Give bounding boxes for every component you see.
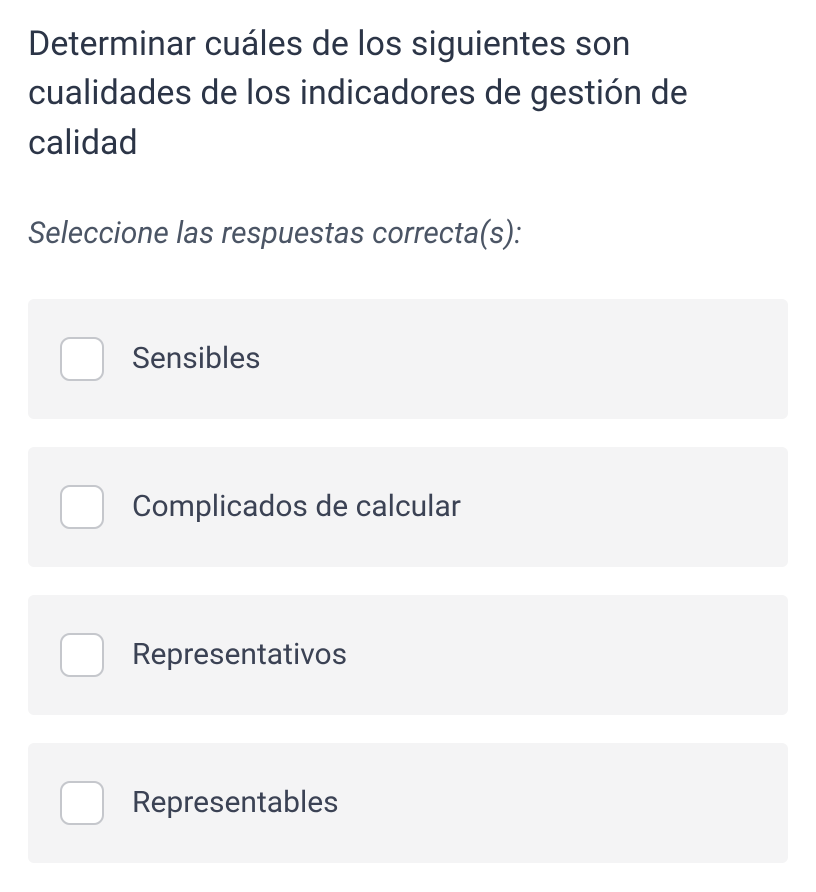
option-item[interactable]: Representables <box>28 743 788 863</box>
option-label: Representables <box>132 785 339 820</box>
option-label: Complicados de calcular <box>132 489 461 524</box>
options-list: Sensibles Complicados de calcular Repres… <box>28 299 788 863</box>
option-item[interactable]: Sensibles <box>28 299 788 419</box>
option-item[interactable]: Representativos <box>28 595 788 715</box>
option-label: Sensibles <box>132 341 261 376</box>
checkbox[interactable] <box>60 781 104 825</box>
checkbox[interactable] <box>60 485 104 529</box>
option-item[interactable]: Complicados de calcular <box>28 447 788 567</box>
checkbox[interactable] <box>60 337 104 381</box>
option-label: Representativos <box>132 637 347 672</box>
question-container: Determinar cuáles de los siguientes son … <box>0 0 816 863</box>
checkbox[interactable] <box>60 633 104 677</box>
instruction-text: Seleccione las respuestas correcta(s): <box>28 216 788 251</box>
question-text: Determinar cuáles de los siguientes son … <box>28 20 788 168</box>
